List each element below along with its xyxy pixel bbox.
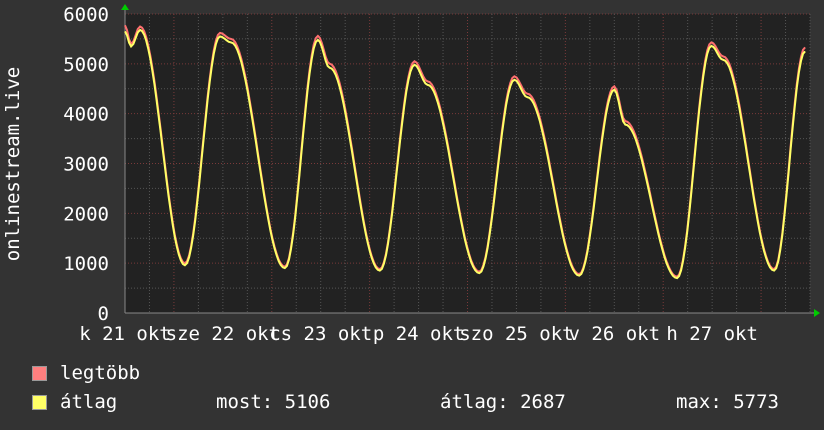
x-axis-arrow: [814, 309, 820, 317]
legend-swatch-max: [32, 366, 47, 381]
legend-swatch-avg: [32, 395, 47, 410]
y-tick-label: 2000: [63, 203, 109, 225]
x-tick-label: p 24 okt: [373, 323, 465, 345]
x-tick-label: v 26 okt: [569, 323, 661, 345]
legend-max-label: legtöbb: [60, 362, 141, 384]
y-tick-label: 4000: [63, 104, 109, 126]
legend-atlag: átlag: 2687: [440, 391, 566, 413]
y-tick-label: 6000: [63, 4, 109, 26]
y-axis-arrow: [121, 4, 129, 10]
legend-max: max: 5773: [676, 391, 779, 413]
x-tick-label: sze 22 okt: [166, 323, 280, 345]
y-tick-label: 3000: [63, 154, 109, 176]
y-tick-label: 5000: [63, 54, 109, 76]
x-tick-label: k 21 okt: [79, 323, 171, 345]
x-tick-label: szo 25 okt: [459, 323, 573, 345]
y-tick-label: 0: [98, 303, 109, 325]
x-tick-label: cs 23 okt: [269, 323, 372, 345]
legend-most: most: 5106: [216, 391, 331, 413]
rrd-graph: 0 1000 2000 3000 4000 5000 6000 k 21 okt sze 22 …: [0, 0, 824, 430]
y-tick-label: 1000: [63, 253, 109, 275]
legend-avg-label: átlag: [60, 391, 118, 413]
x-tick-label: h 27 okt: [666, 323, 758, 345]
y-axis-label: onlinestream.live: [2, 67, 24, 261]
